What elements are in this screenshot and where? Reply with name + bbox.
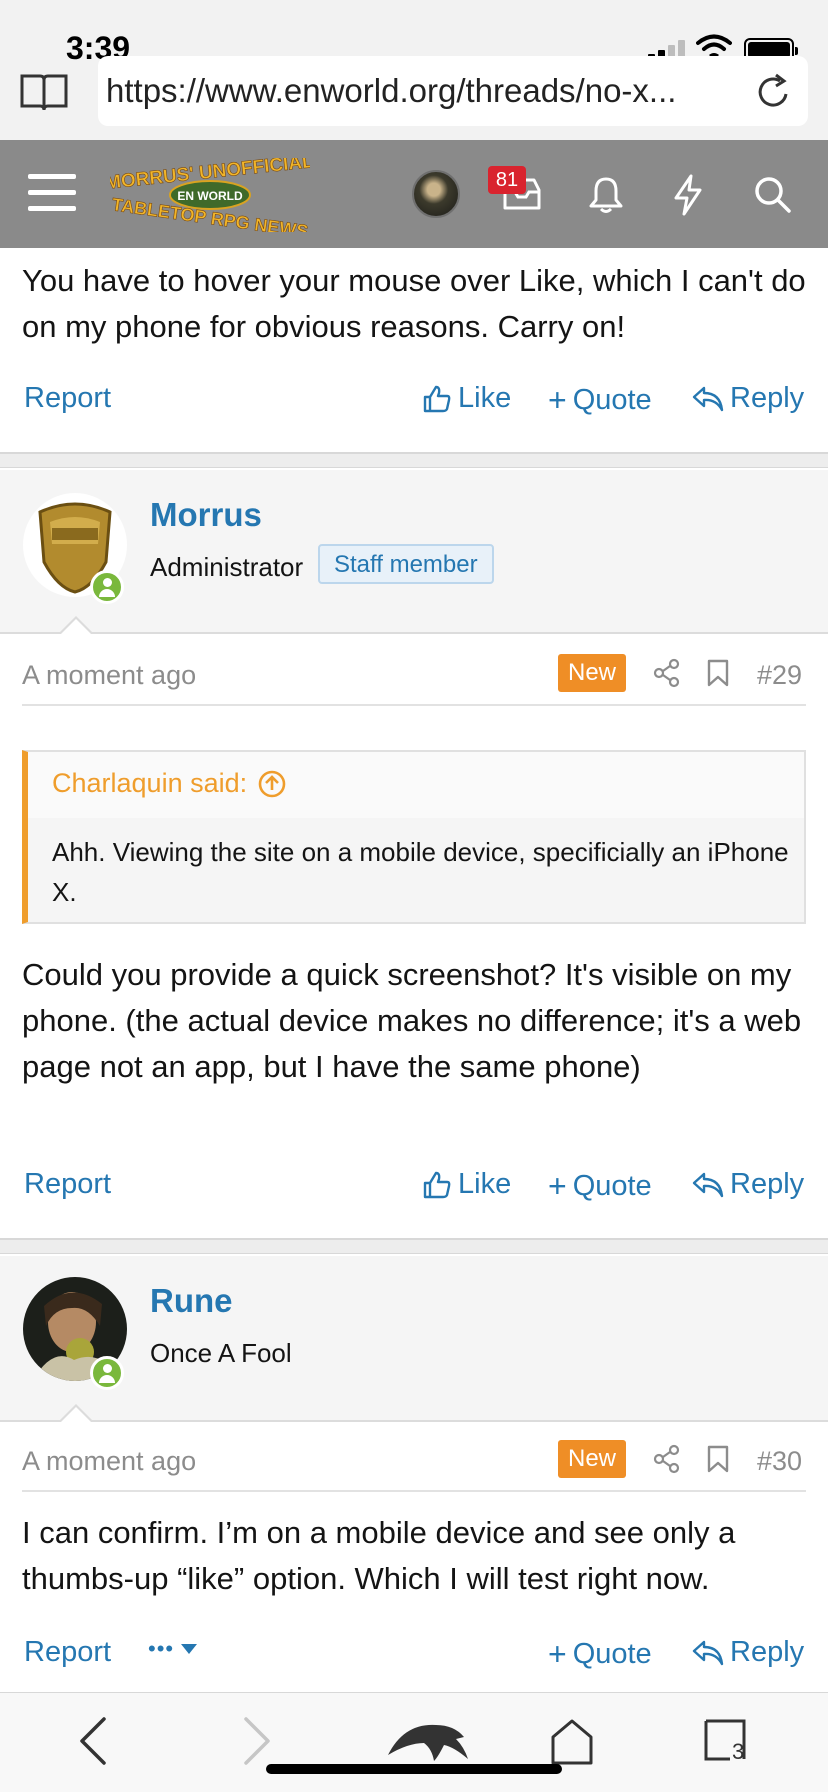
- bell-icon[interactable]: [588, 176, 624, 214]
- logo-line-2: EN WORLD: [177, 189, 243, 203]
- quote-author-link[interactable]: Charlaquin said:: [52, 768, 287, 799]
- plus-icon: +: [548, 1636, 567, 1672]
- post-user-block: Rune Once A Fool: [0, 1256, 828, 1422]
- quote-button[interactable]: + Quote: [548, 382, 652, 419]
- post-number[interactable]: #29: [757, 660, 802, 691]
- username[interactable]: Morrus: [150, 496, 262, 534]
- quote-label: Quote: [572, 1638, 652, 1670]
- bookmark-icon[interactable]: [706, 1444, 730, 1474]
- more-options-button[interactable]: •••: [148, 1636, 198, 1662]
- quote-author: Charlaquin said:: [52, 768, 248, 798]
- reply-label: Reply: [730, 382, 805, 414]
- caret-down-icon: [181, 1644, 198, 1654]
- plus-icon: +: [548, 382, 567, 418]
- report-link[interactable]: Report: [24, 1168, 111, 1201]
- post-body: You have to hover your mouse over Like, …: [22, 263, 806, 344]
- post-time[interactable]: A moment ago: [22, 1446, 196, 1477]
- browser-toolbar: 3: [0, 1692, 828, 1792]
- report-label: Report: [24, 382, 112, 414]
- online-status-icon: [90, 1356, 124, 1390]
- user-title: Administrator: [150, 552, 304, 582]
- like-label: Like: [458, 382, 512, 414]
- report-link[interactable]: Report: [24, 1636, 111, 1669]
- quote-button[interactable]: + Quote: [548, 1168, 652, 1205]
- url-text: https://www.enworld.org/threads/no-x...: [106, 72, 677, 109]
- reply-arrow-icon: [692, 1172, 724, 1197]
- bookmark-icon[interactable]: [706, 658, 730, 688]
- plus-icon: +: [548, 1168, 567, 1204]
- user-block-pointer: [58, 616, 94, 635]
- report-label: Report: [24, 1168, 112, 1200]
- quote-label: Quote: [572, 384, 652, 416]
- more-dots: •••: [148, 1636, 175, 1661]
- quote-block: Charlaquin said: Ahh. Viewing the site o…: [22, 750, 806, 924]
- post-meta: A moment ago New #29: [22, 650, 806, 706]
- dolphin-icon[interactable]: [384, 1717, 470, 1761]
- online-status-icon: [90, 570, 124, 604]
- browser-chrome: 3:39 https://www.enworld.org/threads/no-…: [0, 0, 828, 140]
- post-body: I can confirm. I’m on a mobile device an…: [22, 1515, 736, 1596]
- back-icon[interactable]: [74, 1715, 114, 1767]
- home-indicator: [266, 1764, 562, 1774]
- reply-arrow-icon: [692, 386, 724, 411]
- tabs-button[interactable]: 3: [704, 1715, 746, 1764]
- quote-header: Charlaquin said:: [28, 752, 804, 818]
- like-button[interactable]: Like: [422, 382, 511, 415]
- share-icon[interactable]: [652, 658, 682, 688]
- quote-text: Ahh. Viewing the site on a mobile device…: [52, 837, 789, 907]
- post-number[interactable]: #30: [757, 1446, 802, 1477]
- user-block-pointer: [58, 1404, 94, 1423]
- username[interactable]: Rune: [150, 1282, 233, 1320]
- thumbs-up-icon: [423, 1171, 451, 1198]
- reply-button[interactable]: Reply: [692, 382, 804, 415]
- post-user-block: Morrus Administrator Staff member: [0, 470, 828, 634]
- account-avatar[interactable]: [412, 170, 460, 218]
- reply-arrow-icon: [692, 1640, 724, 1665]
- site-header: MORRUS' UNOFFICIAL EN WORLD TABLETOP RPG…: [0, 140, 828, 248]
- search-icon[interactable]: [754, 176, 792, 214]
- post-separator: [0, 452, 828, 468]
- reply-button[interactable]: Reply: [692, 1636, 804, 1669]
- inbox-count-badge: 81: [488, 166, 526, 194]
- thumbs-up-icon: [423, 385, 451, 412]
- reply-button[interactable]: Reply: [692, 1168, 804, 1201]
- reload-icon[interactable]: [754, 72, 794, 112]
- reply-label: Reply: [730, 1636, 805, 1668]
- quote-label: Quote: [572, 1170, 652, 1202]
- staff-badge: Staff member: [318, 544, 494, 584]
- home-icon[interactable]: [550, 1715, 594, 1767]
- reply-label: Reply: [730, 1168, 805, 1200]
- whats-new-bolt-icon[interactable]: [672, 174, 704, 216]
- report-label: Report: [24, 1636, 112, 1668]
- new-badge: New: [558, 654, 627, 692]
- arrow-up-circle-icon: [258, 770, 286, 797]
- like-label: Like: [458, 1168, 512, 1200]
- tab-count: 3: [732, 1739, 745, 1764]
- share-icon[interactable]: [652, 1444, 682, 1474]
- site-logo[interactable]: MORRUS' UNOFFICIAL EN WORLD TABLETOP RPG…: [104, 151, 315, 242]
- like-button[interactable]: Like: [422, 1168, 511, 1201]
- menu-icon[interactable]: [28, 174, 76, 214]
- user-title: Once A Fool: [150, 1338, 292, 1368]
- post-separator: [0, 1238, 828, 1254]
- post-body: Could you provide a quick screenshot? It…: [22, 957, 802, 1084]
- new-badge: New: [558, 1440, 627, 1478]
- post-meta: A moment ago New #30: [22, 1436, 806, 1492]
- quote-button[interactable]: + Quote: [548, 1636, 652, 1673]
- address-bar[interactable]: https://www.enworld.org/threads/no-x...: [98, 56, 808, 126]
- reader-book-icon[interactable]: [20, 72, 68, 112]
- forward-icon[interactable]: [236, 1715, 276, 1767]
- report-link[interactable]: Report: [24, 382, 111, 415]
- post-time[interactable]: A moment ago: [22, 660, 196, 691]
